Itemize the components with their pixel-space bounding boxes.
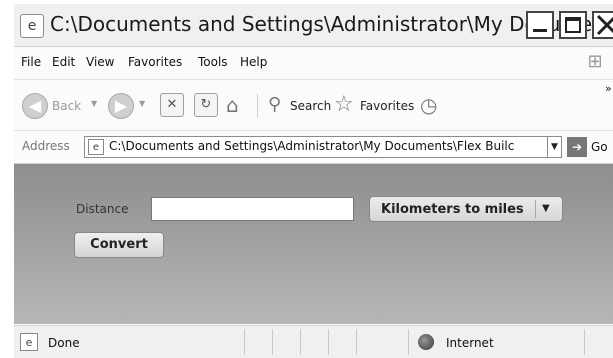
internet-globe-icon bbox=[418, 334, 434, 350]
menu-tools[interactable]: Tools bbox=[198, 55, 228, 69]
menu-edit[interactable]: Edit bbox=[52, 55, 75, 69]
conversion-select[interactable]: Kilometers to miles ▼ bbox=[369, 196, 563, 222]
page-done-icon: e bbox=[20, 333, 38, 351]
status-divider bbox=[300, 329, 301, 355]
status-divider bbox=[408, 329, 409, 355]
favorites-button[interactable]: ☆ bbox=[334, 92, 354, 118]
chevron-down-icon: ▼ bbox=[551, 142, 558, 152]
back-label: Back bbox=[52, 99, 82, 113]
search-button[interactable]: ⚲ bbox=[268, 92, 281, 118]
toolbar-more-chevron[interactable]: » bbox=[605, 82, 612, 95]
address-dropdown-button[interactable]: ▼ bbox=[547, 136, 562, 158]
ie-page-icon: e bbox=[20, 14, 44, 38]
search-label[interactable]: Search bbox=[290, 99, 331, 113]
forward-dropdown-icon[interactable]: ▼ bbox=[139, 99, 145, 108]
close-icon bbox=[596, 14, 613, 36]
status-divider bbox=[272, 329, 273, 355]
menu-view[interactable]: View bbox=[86, 55, 114, 69]
menu-file[interactable]: File bbox=[21, 55, 41, 69]
search-icon: ⚲ bbox=[268, 94, 282, 115]
address-url[interactable]: C:\Documents and Settings\Administrator\… bbox=[109, 139, 514, 153]
menu-help[interactable]: Help bbox=[240, 55, 267, 69]
status-divider bbox=[328, 329, 329, 355]
title-bar: e C:\Documents and Settings\Administrato… bbox=[14, 4, 613, 47]
select-divider bbox=[535, 200, 536, 218]
refresh-button[interactable]: ↻ bbox=[194, 93, 218, 117]
history-button[interactable]: ◷ bbox=[420, 92, 437, 118]
menu-bar: File Edit View Favorites Tools Help ⊞ bbox=[14, 47, 613, 80]
favorites-star-icon: ☆ bbox=[334, 92, 354, 117]
history-icon: ◷ bbox=[420, 93, 438, 117]
go-label[interactable]: Go bbox=[591, 140, 608, 154]
flex-app-area: Distance Kilometers to miles ▼ Convert bbox=[14, 164, 613, 324]
status-bar: e Done Internet bbox=[14, 325, 613, 358]
toolbar: ◀ Back ▼ ▶ ▼ ✕ ↻ ⌂ ⚲ Search ☆ Favorites … bbox=[14, 80, 613, 131]
minimize-button[interactable] bbox=[526, 11, 554, 39]
windows-logo-icon: ⊞ bbox=[587, 51, 603, 72]
convert-button[interactable]: Convert bbox=[74, 232, 164, 258]
home-button[interactable]: ⌂ bbox=[226, 92, 239, 118]
maximize-button[interactable] bbox=[559, 11, 587, 39]
conversion-selected-value: Kilometers to miles bbox=[381, 202, 524, 217]
status-divider bbox=[584, 329, 585, 355]
back-button[interactable]: ◀ bbox=[22, 93, 48, 119]
go-arrow-icon: ➔ bbox=[571, 140, 583, 154]
close-button[interactable] bbox=[592, 11, 613, 39]
address-field[interactable]: e C:\Documents and Settings\Administrato… bbox=[84, 136, 562, 158]
back-dropdown-icon[interactable]: ▼ bbox=[91, 99, 97, 108]
refresh-icon: ↻ bbox=[200, 97, 212, 112]
favorites-label[interactable]: Favorites bbox=[360, 99, 414, 113]
home-icon: ⌂ bbox=[226, 93, 239, 117]
toolbar-divider bbox=[257, 94, 258, 118]
chevron-down-icon: ▼ bbox=[542, 203, 550, 214]
address-bar: Address e C:\Documents and Settings\Admi… bbox=[14, 131, 613, 164]
browser-window: e C:\Documents and Settings\Administrato… bbox=[0, 0, 613, 358]
address-label: Address bbox=[22, 139, 70, 153]
zone-text: Internet bbox=[446, 336, 494, 350]
status-divider bbox=[356, 329, 357, 355]
stop-button[interactable]: ✕ bbox=[160, 93, 184, 117]
go-button[interactable]: ➔ bbox=[567, 137, 587, 157]
forward-arrow-icon: ▶ bbox=[114, 96, 128, 115]
status-divider bbox=[244, 329, 245, 355]
stop-icon: ✕ bbox=[166, 97, 178, 112]
distance-input[interactable] bbox=[151, 197, 354, 221]
menu-favorites[interactable]: Favorites bbox=[128, 55, 182, 69]
back-arrow-icon: ◀ bbox=[28, 96, 42, 115]
forward-button[interactable]: ▶ bbox=[108, 93, 134, 119]
status-text: Done bbox=[48, 336, 80, 350]
page-icon: e bbox=[88, 139, 104, 155]
distance-label: Distance bbox=[76, 202, 129, 216]
